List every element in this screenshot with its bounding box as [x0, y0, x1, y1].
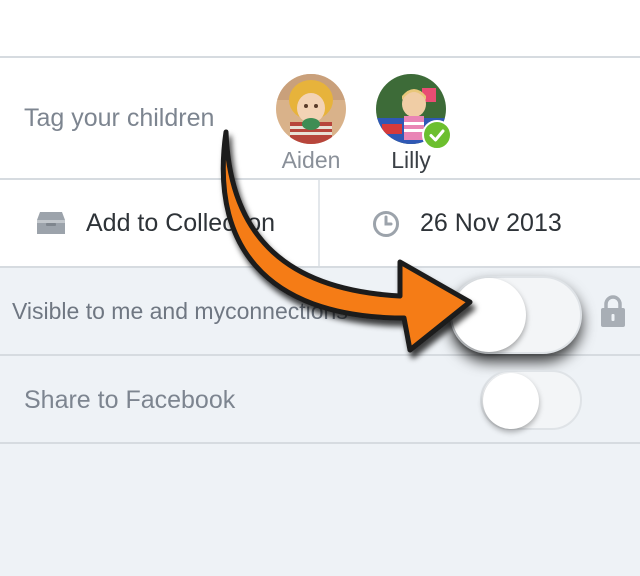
- empty-area: [0, 444, 640, 576]
- child-avatar-aiden[interactable]: Aiden: [266, 74, 356, 174]
- date-button[interactable]: 26 Nov 2013: [420, 209, 562, 238]
- share-facebook-toggle[interactable]: [480, 370, 582, 430]
- avatar[interactable]: [376, 74, 452, 150]
- toggle-knob: [483, 373, 539, 429]
- visibility-toggle[interactable]: [450, 276, 582, 354]
- toggle-knob: [452, 278, 526, 352]
- add-to-collection-button[interactable]: Add to Collection: [86, 209, 275, 238]
- child-name: Lilly: [391, 147, 431, 173]
- lock-icon: [598, 294, 628, 333]
- selected-check-icon: [422, 120, 452, 150]
- visibility-label: Visible to me and myconnections: [12, 298, 348, 324]
- child-avatar-lilly[interactable]: Lilly: [366, 74, 456, 174]
- column-divider: [318, 180, 320, 266]
- avatar[interactable]: [276, 74, 346, 144]
- aiden-photo: [276, 74, 346, 144]
- child-name: Aiden: [281, 147, 341, 173]
- top-header-area: [0, 0, 640, 56]
- collection-date-row: Add to Collection 26 Nov 2013: [0, 180, 640, 266]
- clock-icon[interactable]: [372, 210, 400, 243]
- tag-children-row: Tag your children Aiden Lilly: [0, 58, 640, 178]
- lock-icon: [414, 302, 440, 333]
- share-facebook-label: Share to Facebook: [24, 386, 236, 414]
- tag-children-label: Tag your children: [24, 104, 215, 132]
- inbox-tray-icon[interactable]: [36, 210, 66, 241]
